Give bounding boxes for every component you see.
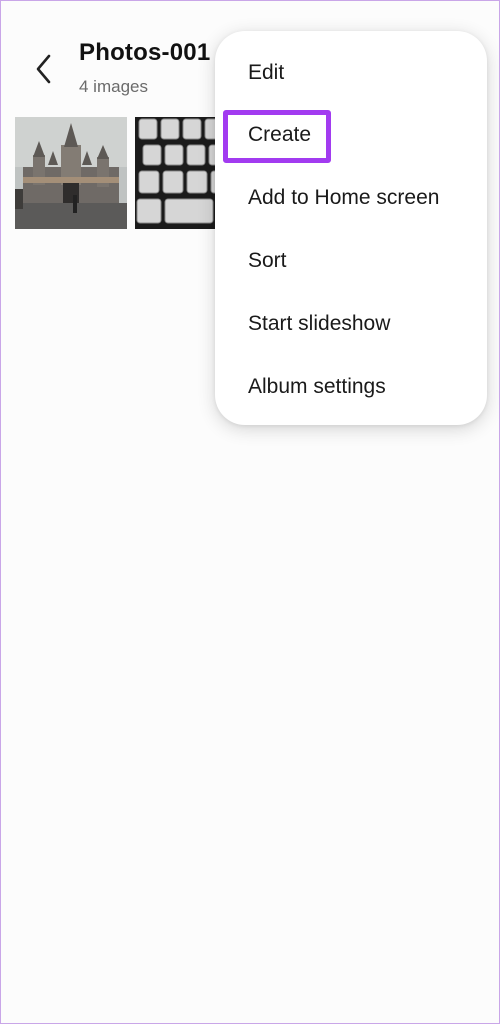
menu-item-edit[interactable]: Edit [248, 61, 284, 85]
thumbnail-grid [15, 117, 247, 229]
album-title: Photos-001 [79, 39, 211, 66]
chevron-left-icon [36, 54, 51, 84]
back-button[interactable] [29, 51, 61, 87]
image-count: 4 images [79, 77, 148, 96]
menu-item-add-to-home-screen[interactable]: Add to Home screen [248, 186, 439, 210]
menu-item-start-slideshow[interactable]: Start slideshow [248, 312, 390, 336]
castle-image [15, 117, 127, 229]
menu-item-album-settings[interactable]: Album settings [248, 375, 386, 399]
menu-item-create[interactable]: Create [248, 123, 311, 147]
castle-photo-thumbnail[interactable] [15, 117, 127, 229]
overflow-menu: Edit Create Add to Home screen Sort Star… [215, 31, 487, 425]
screen: Photos-001 4 images Edit Create Add to H… [0, 0, 500, 1024]
menu-item-sort[interactable]: Sort [248, 249, 287, 273]
